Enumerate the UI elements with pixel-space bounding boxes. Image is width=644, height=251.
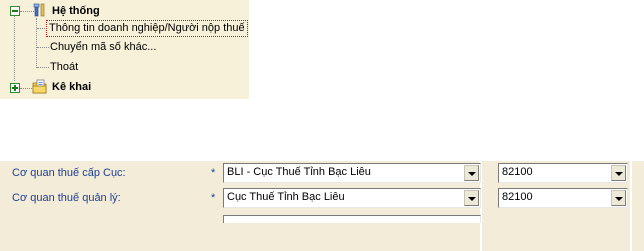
next-row-field-edge[interactable] — [223, 215, 481, 223]
department-tax-authority-value: BLI - Cục Thuế Tỉnh Bạc Liêu — [227, 166, 371, 178]
tree-node-declare-label: Kê khai — [52, 81, 92, 93]
department-tax-authority-select[interactable]: BLI - Cục Thuế Tỉnh Bạc Liêu — [223, 163, 481, 183]
tree-connector — [36, 18, 37, 68]
tree-item-switch-tax-code[interactable]: Chuyển mã số khác... — [50, 38, 156, 56]
folder-document-icon — [32, 79, 48, 94]
tree-node-system-label: Hệ thống — [52, 5, 100, 17]
required-marker: * — [211, 167, 216, 179]
managing-tax-authority-value: Cục Thuế Tỉnh Bạc Liêu — [227, 191, 345, 203]
required-marker: * — [211, 192, 216, 204]
minus-box-icon[interactable] — [10, 6, 20, 16]
tree-item-label: Chuyển mã số khác... — [50, 41, 157, 53]
department-code-select[interactable]: 82100 — [498, 163, 628, 183]
chevron-down-icon[interactable] — [611, 190, 626, 206]
managing-code-value: 82100 — [502, 191, 533, 203]
form-row-department-tax-authority: Cơ quan thuế cấp Cục: * BLI - Cục Thuế T… — [0, 163, 644, 185]
plus-box-icon[interactable] — [10, 83, 20, 93]
chevron-down-icon[interactable] — [464, 165, 479, 181]
managing-tax-authority-label: Cơ quan thuế quản lý: — [12, 192, 121, 204]
chevron-down-icon[interactable] — [464, 190, 479, 206]
tax-authority-form: Cơ quan thuế cấp Cục: * BLI - Cục Thuế T… — [0, 161, 644, 251]
tree-item-business-info[interactable]: Thông tin doanh nghiệp/Người nộp thuế — [46, 19, 248, 37]
managing-code-select[interactable]: 82100 — [498, 188, 628, 208]
department-code-value: 82100 — [502, 166, 533, 178]
navigation-tree: Hệ thống Thông tin doanh nghiệp/Người nộ… — [0, 0, 249, 99]
tree-connector — [14, 15, 15, 81]
chevron-down-icon[interactable] — [611, 165, 626, 181]
tree-item-exit[interactable]: Thoát — [50, 58, 78, 76]
system-tools-icon — [33, 3, 47, 17]
department-tax-authority-label: Cơ quan thuế cấp Cục: — [12, 167, 126, 179]
tree-item-label: Thông tin doanh nghiệp/Người nộp thuế — [46, 20, 248, 37]
managing-tax-authority-select[interactable]: Cục Thuế Tỉnh Bạc Liêu — [223, 188, 481, 208]
tree-item-label: Thoát — [50, 61, 79, 73]
form-row-managing-tax-authority: Cơ quan thuế quản lý: * Cục Thuế Tỉnh Bạ… — [0, 188, 644, 210]
